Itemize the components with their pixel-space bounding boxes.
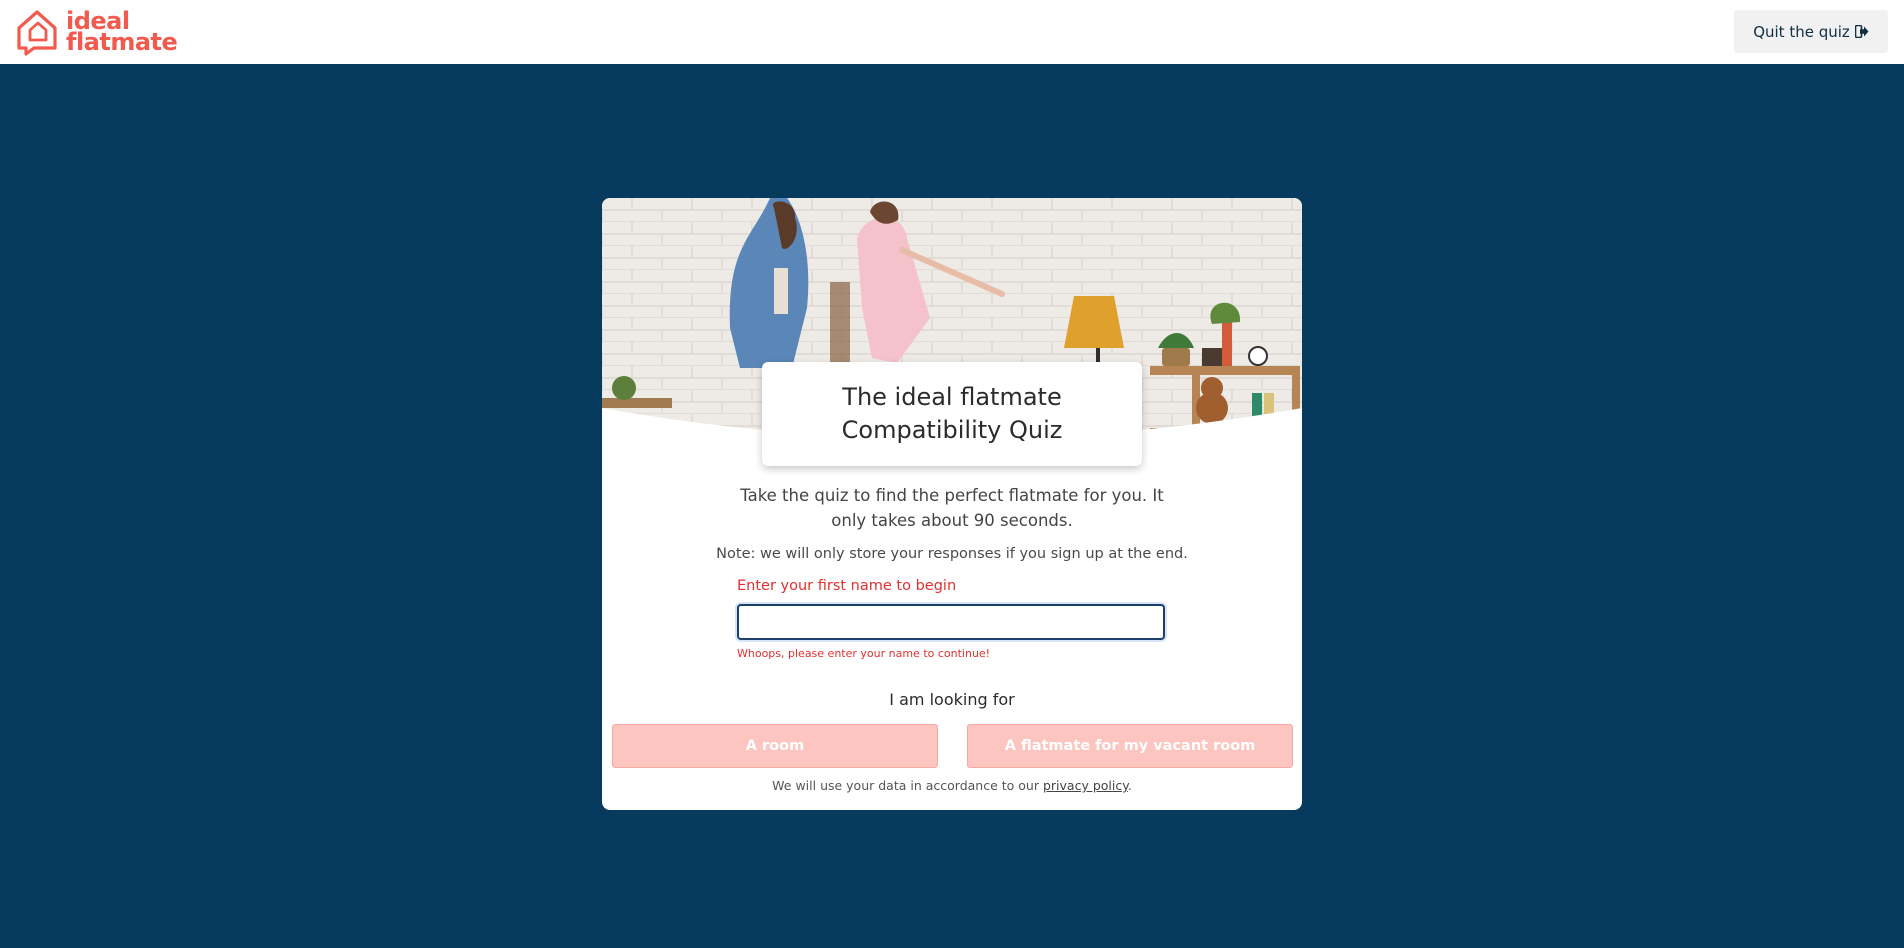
ideal-flatmate-logo[interactable]: ideal flatmate [14,8,178,56]
first-name-error: Whoops, please enter your name to contin… [737,647,991,660]
sign-out-icon [1854,25,1869,38]
looking-for-room-button[interactable]: A room [612,724,938,768]
first-name-label: Enter your first name to begin [737,578,957,594]
quiz-title: The ideal flatmate Compatibility Quiz [762,362,1142,466]
privacy-policy-link[interactable]: privacy policy [1043,778,1128,793]
quiz-intro-text: Take the quiz to find the perfect flatma… [740,486,1164,530]
privacy-statement: We will use your data in accordance to o… [602,778,1302,793]
privacy-prefix: We will use your data in accordance to o… [772,778,1043,793]
quiz-card: The ideal flatmate Compatibility Quiz Ta… [602,198,1302,810]
house-speech-bubble-icon [17,10,57,56]
first-name-input[interactable] [737,604,1165,640]
quit-quiz-label: Quit the quiz [1753,22,1850,41]
quiz-title-line-1: The ideal flatmate [842,383,1062,411]
looking-for-heading: I am looking for [889,690,1015,709]
logo-wordmark: ideal flatmate [66,9,178,56]
quit-quiz-button[interactable]: Quit the quiz [1734,10,1888,53]
quiz-title-line-2: Compatibility Quiz [841,416,1063,444]
top-navigation-bar: ideal flatmate Quit the quiz [0,0,1904,64]
privacy-note: Note: we will only store your responses … [716,546,1188,562]
privacy-suffix: . [1127,778,1132,793]
logo-line-2: flatmate [66,28,178,56]
looking-for-flatmate-button[interactable]: A flatmate for my vacant room [967,724,1293,768]
